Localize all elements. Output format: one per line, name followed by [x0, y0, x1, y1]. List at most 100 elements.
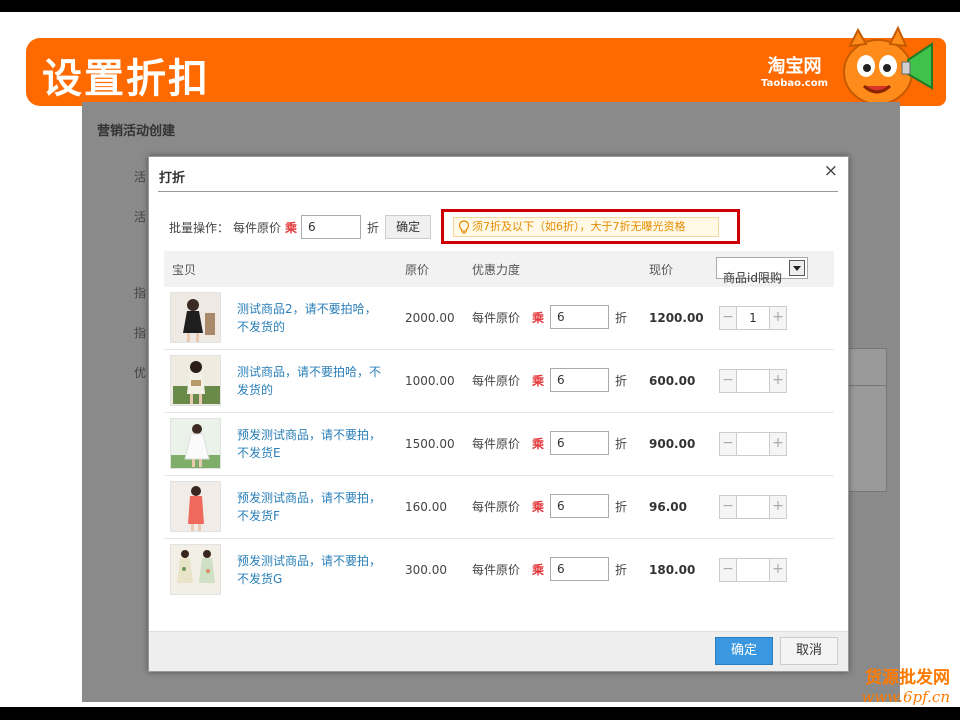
batch-confirm-button[interactable]: 确定: [385, 215, 432, 239]
per-item-label: 每件原价: [472, 373, 521, 388]
product-thumbnail[interactable]: [170, 418, 221, 469]
quantity-stepper: − 1 +: [719, 306, 787, 330]
header-banner: 设置折扣 淘宝网 Taobao.com: [26, 25, 946, 106]
product-name-link[interactable]: 预发测试商品，请不要拍，不发货G: [237, 552, 382, 588]
form-label: 指: [134, 326, 147, 340]
quantity-input[interactable]: [736, 559, 770, 581]
quantity-stepper: − +: [719, 495, 787, 519]
table-row: 预发测试商品，请不要拍，不发货G 300.00 每件原价 乘 折 180.00 …: [164, 539, 834, 602]
column-item: 宝贝: [172, 263, 197, 277]
plus-button[interactable]: +: [770, 496, 786, 518]
watermark-url: www.6pf.cn: [861, 688, 951, 706]
minus-button[interactable]: −: [720, 370, 736, 392]
discount-notice: 须7折及以下（如6折），大于7折无曝光资格: [453, 217, 719, 237]
slide-title: 设置折扣: [42, 56, 210, 102]
discount-control: 每件原价 乘 折: [472, 305, 627, 329]
quantity-input[interactable]: [736, 496, 770, 518]
multiply-label: 乘: [532, 436, 545, 451]
confirm-button[interactable]: 确定: [715, 637, 773, 665]
plus-button[interactable]: +: [770, 433, 786, 455]
discount-control: 每件原价 乘 折: [472, 494, 627, 518]
quantity-input[interactable]: [736, 433, 770, 455]
limit-select-value: 商品id限购: [723, 271, 782, 285]
form-label: 活: [134, 170, 147, 184]
product-thumbnail[interactable]: [170, 292, 221, 343]
minus-button[interactable]: −: [720, 307, 736, 329]
plus-button[interactable]: +: [770, 559, 786, 581]
original-price: 2000.00: [405, 311, 455, 325]
current-price: 180.00: [649, 563, 696, 577]
quantity-stepper: − +: [719, 432, 787, 456]
limit-select[interactable]: 商品id限购: [716, 257, 808, 285]
multiply-label: 乘: [532, 373, 545, 388]
product-name-link[interactable]: 预发测试商品，请不要拍，不发货E: [237, 426, 382, 462]
per-item-label: 每件原价: [472, 562, 521, 577]
close-icon[interactable]: ×: [824, 161, 838, 181]
discount-unit: 折: [615, 436, 628, 451]
discount-unit: 折: [615, 562, 628, 577]
mascot-icon: [843, 25, 933, 105]
discount-input[interactable]: [550, 305, 610, 329]
discount-control: 每件原价 乘 折: [472, 431, 627, 455]
multiply-label: 乘: [285, 220, 298, 235]
current-price: 600.00: [649, 374, 696, 388]
highlight-box: 须7折及以下（如6折），大于7折无曝光资格: [441, 209, 740, 244]
table-row: 预发测试商品，请不要拍，不发货F 160.00 每件原价 乘 折 96.00 −…: [164, 476, 834, 539]
product-name-link[interactable]: 测试商品2，请不要拍哈，不发货的: [237, 300, 382, 336]
plus-button[interactable]: +: [770, 307, 786, 329]
original-price: 160.00: [405, 500, 447, 514]
discount-control: 每件原价 乘 折: [472, 557, 627, 581]
column-now: 现价: [649, 263, 674, 277]
dialog-title: 打折: [159, 171, 186, 186]
product-name-link[interactable]: 测试商品，请不要拍哈，不发货的: [237, 363, 382, 399]
page-title: 营销活动创建: [97, 124, 176, 139]
table-row: 测试商品2，请不要拍哈，不发货的 2000.00 每件原价 乘 折 1200.0…: [164, 287, 834, 350]
original-price: 1500.00: [405, 437, 455, 451]
per-item-label: 每件原价: [472, 499, 521, 514]
discount-unit: 折: [615, 373, 628, 388]
original-price: 300.00: [405, 563, 447, 577]
discount-input[interactable]: [550, 557, 610, 581]
discount-control: 每件原价 乘 折: [472, 368, 627, 392]
quantity-input[interactable]: [736, 370, 770, 392]
form-label: 指: [134, 286, 147, 300]
dialog-footer: 确定 取消: [149, 631, 848, 671]
cancel-button[interactable]: 取消: [780, 637, 838, 665]
quantity-input[interactable]: 1: [736, 307, 770, 329]
minus-button[interactable]: −: [720, 559, 736, 581]
form-label: 活: [134, 210, 147, 224]
discount-input[interactable]: [550, 368, 610, 392]
brand-name-cn: 淘宝网: [767, 56, 822, 77]
quantity-stepper: − +: [719, 369, 787, 393]
discount-input[interactable]: [550, 494, 610, 518]
watermark-text: 货源批发网: [865, 668, 950, 688]
notice-text: 须7折及以下（如6折），大于7折无曝光资格: [472, 220, 686, 233]
minus-button[interactable]: −: [720, 433, 736, 455]
lightbulb-icon: [458, 220, 470, 234]
table-row: 测试商品，请不要拍哈，不发货的 1000.00 每件原价 乘 折 600.00 …: [164, 350, 834, 413]
product-thumbnail[interactable]: [170, 481, 221, 532]
form-label: 优: [134, 366, 147, 380]
product-table: 测试商品2，请不要拍哈，不发货的 2000.00 每件原价 乘 折 1200.0…: [164, 287, 834, 602]
table-row: 预发测试商品，请不要拍，不发货E 1500.00 每件原价 乘 折 900.00…: [164, 413, 834, 476]
product-thumbnail[interactable]: [170, 355, 221, 406]
current-price: 96.00: [649, 500, 687, 514]
batch-discount-input[interactable]: [301, 215, 362, 239]
product-thumbnail[interactable]: [170, 544, 221, 595]
minus-button[interactable]: −: [720, 496, 736, 518]
discount-dialog: 打折 × 批量操作： 每件原价 乘 折 确定 须7折及以下（如6折），大于7折无…: [148, 156, 849, 672]
taobao-logo: 淘宝网 Taobao.com: [761, 52, 828, 89]
discount-input[interactable]: [550, 431, 610, 455]
column-price: 原价: [405, 263, 430, 277]
brand-name-en: Taobao.com: [761, 78, 828, 89]
multiply-label: 乘: [532, 499, 545, 514]
quantity-stepper: − +: [719, 558, 787, 582]
plus-button[interactable]: +: [770, 370, 786, 392]
original-price: 1000.00: [405, 374, 455, 388]
batch-label: 批量操作：: [169, 220, 230, 235]
per-item-label: 每件原价: [472, 436, 521, 451]
product-name-link[interactable]: 预发测试商品，请不要拍，不发货F: [237, 489, 382, 525]
discount-unit: 折: [615, 310, 628, 325]
multiply-label: 乘: [532, 562, 545, 577]
chevron-down-icon[interactable]: [789, 260, 805, 276]
